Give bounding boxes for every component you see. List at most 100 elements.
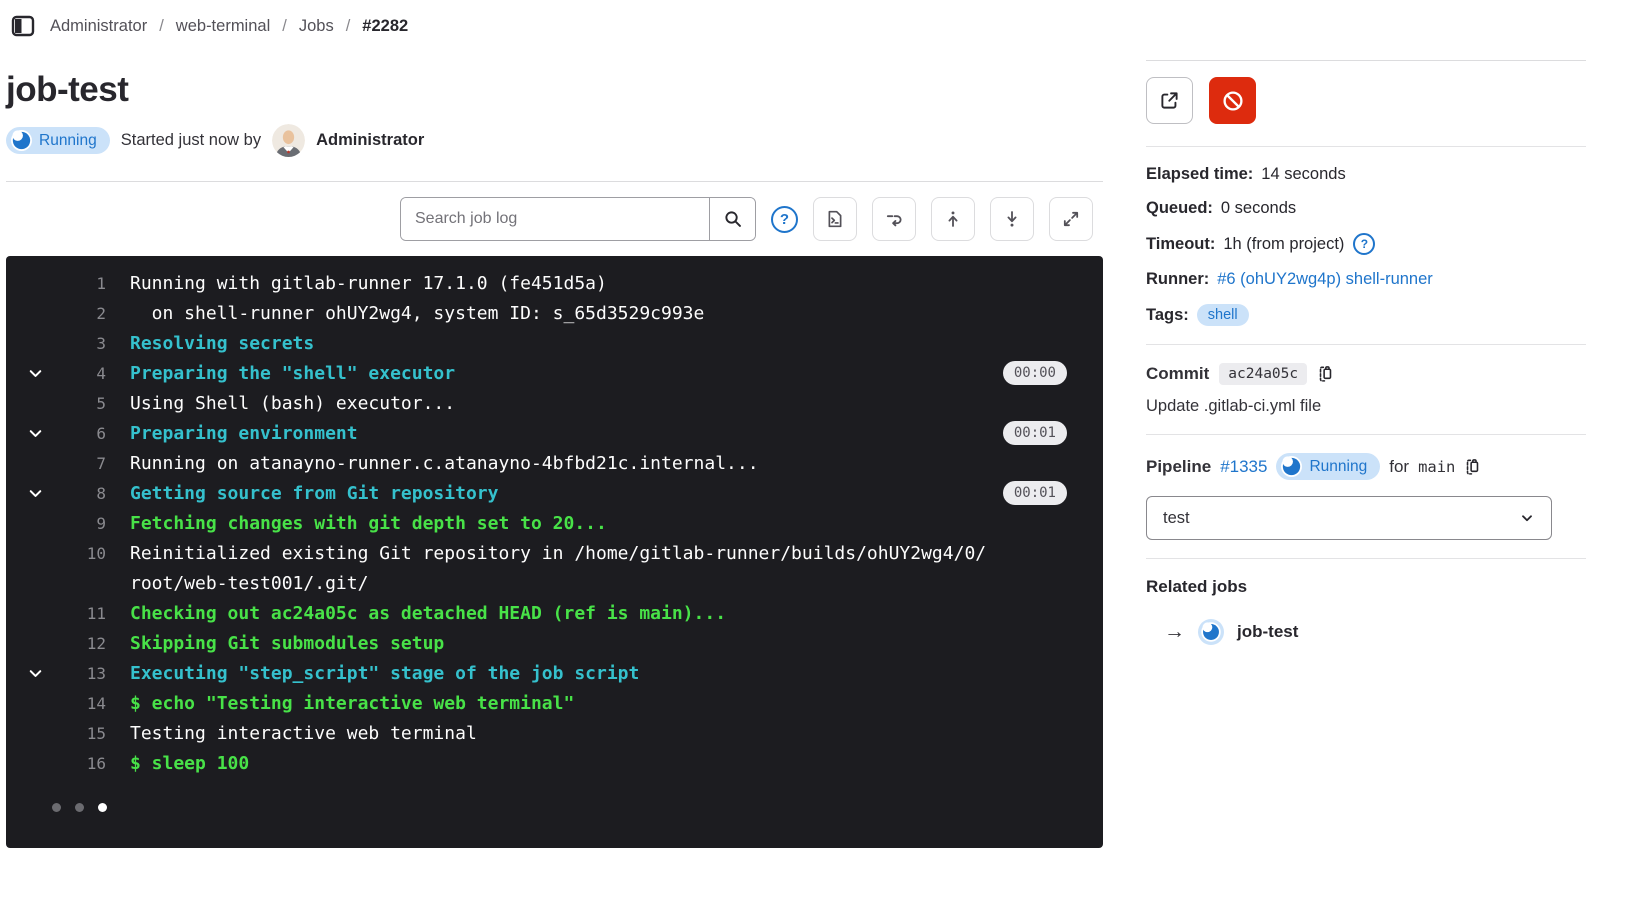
started-text: Started just now by: [121, 131, 261, 150]
related-job-status-icon[interactable]: [1198, 619, 1224, 645]
scroll-bottom-button[interactable]: [990, 197, 1034, 241]
breadcrumb-items: Administrator/web-terminal/Jobs/#2282: [50, 17, 408, 36]
commit-row: Commit ac24a05c: [1146, 363, 1586, 385]
breadcrumb-link[interactable]: Jobs: [299, 17, 334, 36]
status-badge[interactable]: Running: [6, 127, 110, 154]
log-section-duration: 00:01: [1003, 421, 1067, 445]
search-input[interactable]: [401, 198, 709, 240]
sidebar-actions: [1146, 77, 1586, 124]
log-line-number[interactable]: 4: [64, 364, 106, 383]
sidebar-divider: [1146, 558, 1586, 559]
status-badge-label: Running: [39, 132, 97, 150]
log-line-number[interactable]: 6: [64, 424, 106, 443]
related-job-link[interactable]: job-test: [1237, 622, 1298, 642]
collapse-chevron-icon[interactable]: [6, 665, 64, 682]
status-running-icon: [11, 130, 32, 151]
log-line-text: $ sleep 100: [130, 753, 249, 774]
log-line: 10Reinitialized existing Git repository …: [6, 538, 1103, 568]
log-line-number[interactable]: 9: [64, 514, 106, 533]
collapse-chevron-icon[interactable]: [6, 425, 64, 442]
related-jobs-heading: Related jobs: [1146, 577, 1586, 597]
fullscreen-icon: [1062, 210, 1080, 228]
log-line: 12 Skipping Git submodules setup: [6, 628, 1103, 658]
log-line-number[interactable]: 7: [64, 454, 106, 473]
collapse-chevron-icon[interactable]: [6, 485, 64, 502]
tags-list: shell: [1197, 304, 1249, 326]
clipboard-copy-icon: [1317, 365, 1334, 383]
wrap-lines-button[interactable]: [872, 197, 916, 241]
log-line: 2 on shell-runner ohUY2wg4, system ID: s…: [6, 298, 1103, 328]
sidebar-divider: [1146, 146, 1586, 147]
copy-ref-button[interactable]: [1464, 458, 1481, 476]
breadcrumb-link[interactable]: web-terminal: [176, 17, 270, 36]
status-running-icon: [1281, 456, 1302, 477]
cancel-job-button[interactable]: [1209, 77, 1256, 124]
log-line-number[interactable]: 11: [64, 604, 106, 623]
queued-value: 0 seconds: [1221, 199, 1296, 218]
log-line-number[interactable]: 16: [64, 754, 106, 773]
tag-pill[interactable]: shell: [1197, 304, 1249, 326]
log-line-number[interactable]: 3: [64, 334, 106, 353]
log-line-text: Resolving secrets: [130, 333, 314, 354]
chevron-down-icon: [1519, 510, 1535, 526]
pipeline-ref[interactable]: main: [1418, 458, 1455, 476]
log-line-text: Running with gitlab-runner 17.1.0 (fe451…: [130, 273, 607, 294]
scroll-top-button[interactable]: [931, 197, 975, 241]
commit-sha-chip[interactable]: ac24a05c: [1219, 363, 1307, 385]
timeout-label: Timeout:: [1146, 235, 1215, 254]
log-line-number[interactable]: 1: [64, 274, 106, 293]
sidebar-toggle-icon[interactable]: [10, 14, 36, 38]
log-section-duration: 00:01: [1003, 481, 1067, 505]
job-log-terminal[interactable]: 1 Running with gitlab-runner 17.1.0 (fe45…: [6, 256, 1103, 848]
elapsed-value: 14 seconds: [1261, 165, 1345, 184]
page-title: job-test: [6, 70, 1103, 110]
log-line: 7Running on atanayno-runner.c.atanayno-4…: [6, 448, 1103, 478]
debug-terminal-button[interactable]: [1146, 77, 1193, 124]
log-line-number[interactable]: 8: [64, 484, 106, 503]
copy-commit-button[interactable]: [1317, 365, 1334, 383]
log-line-text: root/web-test001/.git/: [130, 573, 368, 594]
log-lines: 1 Running with gitlab-runner 17.1.0 (fe45…: [6, 268, 1103, 778]
raw-log-icon: [826, 210, 844, 228]
related-job-row: → job-test: [1164, 619, 1586, 645]
log-line: 16 $ sleep 100: [6, 748, 1103, 778]
pipeline-status-badge[interactable]: Running: [1276, 453, 1380, 480]
search-group: [400, 197, 756, 241]
log-line-number[interactable]: 12: [64, 634, 106, 653]
stage-dropdown[interactable]: test: [1146, 496, 1552, 540]
fullscreen-button[interactable]: [1049, 197, 1093, 241]
log-line-number[interactable]: 14: [64, 694, 106, 713]
log-line[interactable]: 13Executing "step_script" stage of the j…: [6, 658, 1103, 688]
log-line-number[interactable]: 15: [64, 724, 106, 743]
log-line-text: Skipping Git submodules setup: [130, 633, 444, 654]
search-button[interactable]: [709, 198, 755, 240]
avatar[interactable]: [272, 124, 305, 157]
log-line[interactable]: 6Preparing environment00:01: [6, 418, 1103, 448]
runner-link[interactable]: #6 (ohUY2wg4p) shell-runner: [1217, 270, 1433, 289]
log-line[interactable]: 8Getting source from Git repository00:01: [6, 478, 1103, 508]
log-line: 11Checking out ac24a05c as detached HEAD…: [6, 598, 1103, 628]
arrow-right-icon: →: [1164, 620, 1185, 644]
tags-row: Tags: shell: [1146, 304, 1586, 326]
log-line-number[interactable]: 13: [64, 664, 106, 683]
pipeline-link[interactable]: #1335: [1220, 457, 1267, 477]
queued-label: Queued:: [1146, 199, 1213, 218]
log-line-number[interactable]: 5: [64, 394, 106, 413]
log-line[interactable]: 4Preparing the "shell" executor00:00: [6, 358, 1103, 388]
log-line: 1 Running with gitlab-runner 17.1.0 (fe45…: [6, 268, 1103, 298]
log-line-number[interactable]: 2: [64, 304, 106, 323]
raw-log-button[interactable]: [813, 197, 857, 241]
log-line: root/web-test001/.git/: [6, 568, 1103, 598]
help-icon[interactable]: ?: [771, 206, 798, 233]
log-line: 9Fetching changes with git depth set to …: [6, 508, 1103, 538]
job-log-section: ?: [6, 181, 1103, 848]
collapse-chevron-icon[interactable]: [6, 365, 64, 382]
breadcrumb-link[interactable]: Administrator: [50, 17, 147, 36]
timeout-help-icon[interactable]: ?: [1353, 233, 1375, 255]
elapsed-time-row: Elapsed time: 14 seconds: [1146, 165, 1586, 184]
log-line-text: Using Shell (bash) executor...: [130, 393, 455, 414]
commit-message: Update .gitlab-ci.yml file: [1146, 397, 1586, 416]
timeout-row: Timeout: 1h (from project) ?: [1146, 233, 1586, 255]
log-line-number[interactable]: 10: [64, 544, 106, 563]
author-link[interactable]: Administrator: [316, 131, 424, 150]
